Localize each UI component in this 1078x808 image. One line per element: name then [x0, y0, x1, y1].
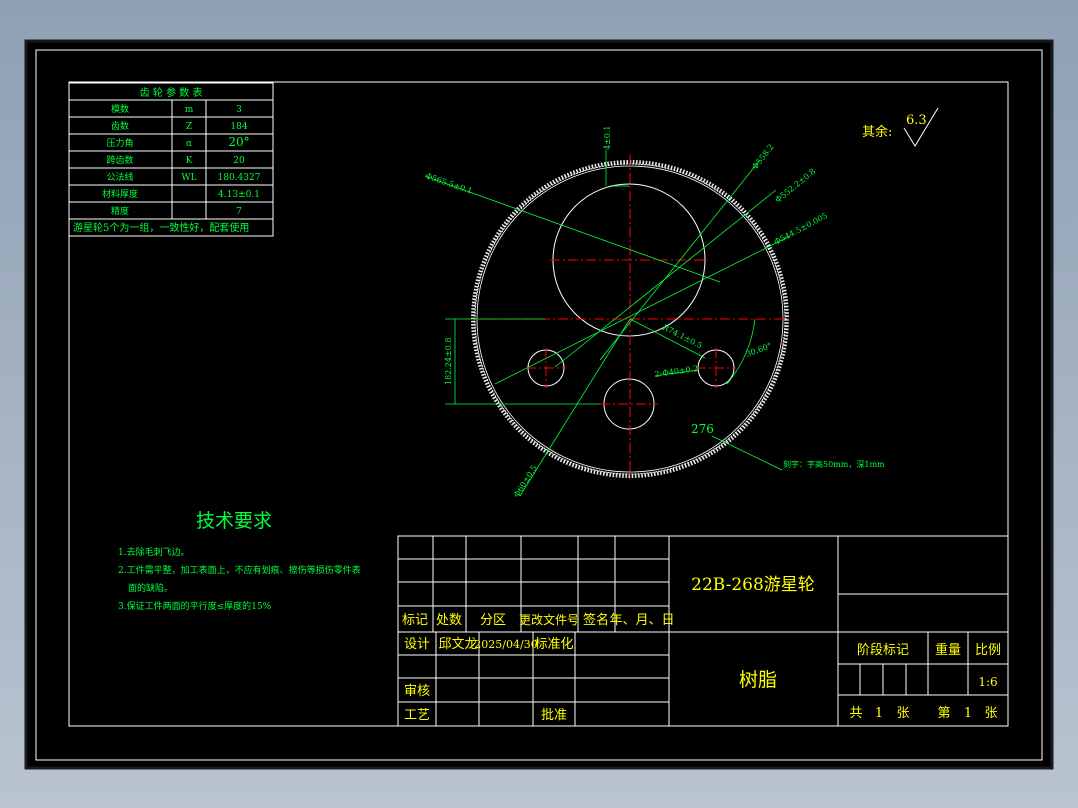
param-symbol-1: Z	[186, 122, 192, 132]
design-date: 2025/04/30	[474, 638, 537, 651]
param-name-6: 精度	[111, 205, 129, 217]
param-symbol-4: WL	[181, 173, 196, 183]
note-276: 刻字：字高50mm，深1mm	[783, 459, 885, 469]
param-symbol-2: α	[186, 139, 192, 149]
hdr-change-doc: 更改文件号	[519, 612, 579, 627]
hdr-mark: 标记	[402, 613, 428, 628]
sheet-unit: 张	[984, 706, 997, 721]
dim-top-small: 4±0.1	[603, 125, 612, 150]
hdr-signature: 签名	[583, 612, 609, 628]
process-label: 工艺	[404, 708, 430, 723]
label-276: 276	[691, 422, 714, 436]
sheet-label: 第	[937, 706, 950, 721]
total-unit: 张	[896, 706, 909, 721]
designer-name: 邱文龙	[438, 637, 477, 652]
param-symbol-3: K	[186, 156, 193, 166]
param-name-5: 材料厚度	[102, 188, 138, 200]
param-name-1: 齿数	[111, 120, 129, 132]
review-label: 审核	[404, 684, 430, 699]
param-table-note: 游星轮5个为一组，一致性好，配套使用	[73, 221, 249, 234]
param-name-4: 公法线	[106, 171, 133, 183]
tech-item-3: 3.保证工件两面的平行度≤厚度的15%	[118, 600, 272, 612]
param-name-0: 模数	[111, 103, 129, 115]
stage-mark-label: 阶段标记	[857, 643, 909, 658]
dim-left-vertical: 182.24±0.8	[444, 338, 453, 385]
tech-item-2: 2.工件需平整，加工表面上，不应有划痕、擦伤等损伤零件表	[118, 564, 361, 576]
standardization-label: 标准化	[534, 637, 573, 652]
scale-label: 比例	[975, 643, 1001, 658]
scale-value: 1:6	[978, 675, 997, 689]
model-window-border	[24, 39, 1054, 770]
roughness-label: 其余:	[862, 124, 892, 140]
hdr-count: 处数	[436, 613, 462, 628]
sheet-number: 1	[964, 706, 972, 721]
hdr-date: 年、月、日	[609, 613, 674, 628]
roughness-value: 6.3	[906, 113, 927, 128]
drawing-name: 22B-268游星轮	[691, 575, 815, 595]
param-value-0: 3	[236, 105, 242, 115]
total-label: 共	[849, 706, 862, 721]
hdr-zone: 分区	[480, 613, 506, 628]
param-value-2: 20°	[228, 135, 249, 149]
tech-requirements-title: 技术要求	[196, 510, 272, 532]
tech-item-2b: 面的缺陷。	[128, 582, 173, 594]
design-label: 设计	[404, 637, 430, 652]
param-symbol-0: m	[185, 105, 194, 115]
param-name-2: 压力角	[106, 137, 133, 149]
approve-label: 批准	[541, 708, 567, 723]
cad-drawing-canvas: 齿 轮 参 数 表 模数 m 3 齿数 Z 184 压力角 α 20° 跨齿数 K 20 公法线 WL 18…	[24, 39, 1054, 770]
param-table-title: 齿 轮 参 数 表	[140, 86, 203, 99]
material: 树脂	[739, 669, 777, 691]
param-value-6: 7	[236, 207, 242, 217]
param-name-3: 跨齿数	[106, 154, 133, 166]
total-count: 1	[875, 706, 883, 721]
weight-label: 重量	[935, 642, 961, 658]
param-value-3: 20	[233, 156, 245, 166]
param-value-5: 4.13±0.1	[218, 190, 260, 200]
tech-item-1: 1.去除毛刺飞边。	[118, 546, 190, 558]
param-value-1: 184	[230, 122, 247, 132]
param-value-4: 180.4327	[218, 173, 261, 183]
